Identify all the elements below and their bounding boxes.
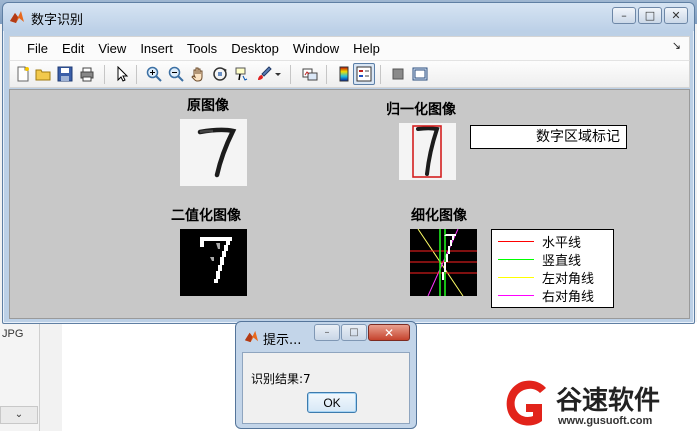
minimize-icon: – (324, 327, 330, 338)
menu-file[interactable]: File (20, 38, 55, 60)
binary-image-title: 二值化图像 (171, 208, 241, 224)
zoom-in-icon[interactable] (146, 66, 162, 82)
menu-desktop[interactable]: Desktop (224, 38, 286, 60)
dock-arrow-icon[interactable]: ↘ (672, 39, 681, 52)
watermark-url: www.gusuoft.com (558, 415, 653, 427)
legend-swatch-green (498, 258, 534, 260)
dialog-minimize-button[interactable]: – (314, 324, 340, 341)
menu-help[interactable]: Help (346, 38, 387, 60)
legend-icon[interactable] (356, 66, 372, 82)
thinned-image-title: 细化图像 (411, 208, 467, 224)
dialog-body: 识别结果:7 OK (242, 352, 410, 424)
toolbar-separator (290, 65, 291, 84)
legend-label: 水平线 (542, 235, 582, 251)
dialog-title: 提示... (263, 333, 302, 348)
legend-swatch-red (498, 240, 534, 242)
pan-hand-icon[interactable] (190, 66, 206, 82)
show-plot-tools-icon[interactable] (412, 66, 428, 82)
dialog-maximize-button[interactable]: □ (341, 324, 367, 341)
legend-entry: 竖直线 (498, 251, 582, 269)
scroll-down-button[interactable]: ⌄ (0, 406, 38, 424)
menu-bar: File Edit View Insert Tools Desktop Wind… (9, 36, 690, 60)
gusuoft-logo-icon (506, 380, 546, 426)
thinned-legend: 水平线 竖直线 左对角线 右对角线 (491, 229, 614, 308)
hide-plot-tools-icon[interactable] (390, 66, 406, 82)
legend-entry: 右对角线 (498, 287, 595, 305)
save-icon[interactable] (57, 66, 73, 82)
minimize-button[interactable]: – (612, 7, 636, 24)
menu-window[interactable]: Window (286, 38, 346, 60)
data-cursor-icon[interactable] (234, 66, 250, 82)
legend-label: 右对角线 (542, 289, 595, 305)
zoom-out-icon[interactable] (168, 66, 184, 82)
titlebar: 数字识别 – □ ✕ (3, 3, 694, 31)
legend-entry: 水平线 (498, 233, 582, 251)
matlab-icon (10, 11, 24, 23)
file-type-label: JPG (2, 328, 24, 340)
print-icon[interactable] (79, 66, 95, 82)
pointer-icon[interactable] (114, 66, 130, 82)
menu-edit[interactable]: Edit (55, 38, 91, 60)
normalized-digit-image (399, 123, 456, 180)
minimize-icon: – (621, 9, 627, 22)
menu-view[interactable]: View (91, 38, 133, 60)
open-folder-icon[interactable] (35, 66, 51, 82)
toolbar (9, 60, 690, 88)
legend-swatch-magenta (498, 294, 534, 296)
toolbar-separator (104, 65, 105, 84)
watermark-name: 谷速软件 (556, 386, 661, 416)
toolbar-separator (380, 65, 381, 84)
figure-window: 数字识别 – □ ✕ File Edit View Insert Tools D… (2, 2, 695, 324)
watermark: 谷速软件 www.gusuoft.com (500, 376, 697, 431)
toolbar-separator (136, 65, 137, 84)
menu-insert[interactable]: Insert (133, 38, 180, 60)
thinned-digit-image (410, 229, 477, 296)
toolbar-separator (326, 65, 327, 84)
original-digit-image (180, 119, 247, 186)
result-dialog: 提示... – □ ✕ 识别结果:7 OK (235, 321, 417, 429)
close-icon: ✕ (671, 9, 681, 22)
legend-label: 竖直线 (542, 253, 582, 269)
dialog-close-button[interactable]: ✕ (368, 324, 410, 341)
close-icon: ✕ (383, 325, 395, 340)
figure-canvas: 原图像 归一化图像 数字区域标记 二值化图像 细化图像 水平线 竖直线 左对角线… (9, 89, 690, 319)
close-button[interactable]: ✕ (664, 7, 688, 24)
maximize-button[interactable]: □ (638, 7, 662, 24)
brush-icon[interactable] (256, 66, 272, 82)
chevron-down-icon: ⌄ (14, 409, 24, 420)
brush-dropdown-icon[interactable] (274, 66, 282, 82)
normalized-image-title: 归一化图像 (386, 102, 456, 118)
dialog-message: 识别结果:7 (251, 372, 311, 386)
matlab-icon (244, 330, 259, 343)
ok-button[interactable]: OK (307, 392, 357, 413)
digit-region-tag: 数字区域标记 (470, 125, 627, 149)
original-image-title: 原图像 (187, 98, 229, 114)
binary-digit-image (180, 229, 247, 296)
link-plot-icon[interactable] (302, 66, 318, 82)
legend-entry: 左对角线 (498, 269, 595, 287)
new-file-icon[interactable] (15, 66, 31, 82)
window-title: 数字识别 (31, 13, 84, 28)
maximize-icon: □ (644, 9, 656, 22)
rotate-3d-icon[interactable] (212, 66, 228, 82)
menu-tools[interactable]: Tools (180, 38, 224, 60)
legend-label: 左对角线 (542, 271, 595, 287)
colorbar-icon[interactable] (336, 66, 352, 82)
legend-swatch-yellow (498, 276, 534, 278)
maximize-icon: □ (349, 327, 359, 338)
